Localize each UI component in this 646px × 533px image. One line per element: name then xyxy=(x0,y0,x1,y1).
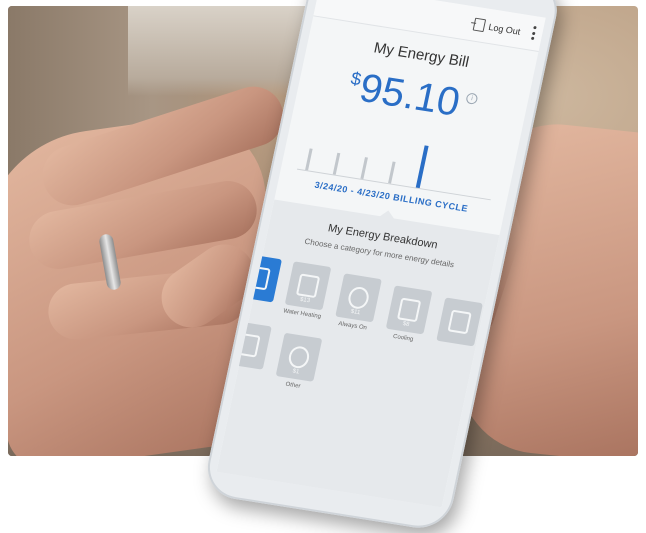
more-menu-icon[interactable] xyxy=(530,25,538,41)
usage-bar xyxy=(332,152,341,175)
info-icon[interactable]: i xyxy=(465,92,479,105)
category-tile-partial[interactable] xyxy=(436,297,483,347)
usage-bar xyxy=(305,148,313,171)
category-tile-always-on[interactable]: $11 xyxy=(335,273,382,323)
category-tile-other[interactable]: $1 xyxy=(275,332,323,382)
category-tile-cooling[interactable]: $8 xyxy=(385,285,433,335)
category-icon xyxy=(447,309,472,335)
smartphone: Log Out My Energy Bill $95.10 i 3/24/20 -… xyxy=(201,0,564,533)
logout-icon xyxy=(472,17,487,33)
phone-screen: Log Out My Energy Bill $95.10 i 3/24/20 -… xyxy=(216,0,546,508)
plug-icon xyxy=(346,285,371,311)
category-icon xyxy=(246,265,271,291)
logout-button[interactable]: Log Out xyxy=(472,17,522,38)
category-tile-water-heating[interactable]: $13 xyxy=(284,261,332,311)
usage-bar-current xyxy=(415,145,429,189)
usage-bar xyxy=(388,161,396,184)
phone-layer: Log Out My Energy Bill $95.10 i 3/24/20 -… xyxy=(0,0,646,533)
usage-bar xyxy=(360,157,368,180)
category-tile-active[interactable] xyxy=(235,253,283,303)
category-tile-partial[interactable] xyxy=(225,320,272,370)
bill-amount-value: 95.10 xyxy=(355,65,464,125)
logout-label: Log Out xyxy=(487,21,522,37)
cooling-icon xyxy=(396,297,422,323)
energy-breakdown-panel: My Energy Breakdown Choose a category fo… xyxy=(216,199,500,508)
other-icon xyxy=(286,344,312,370)
water-heater-icon xyxy=(295,273,321,299)
category-icon xyxy=(236,332,261,358)
